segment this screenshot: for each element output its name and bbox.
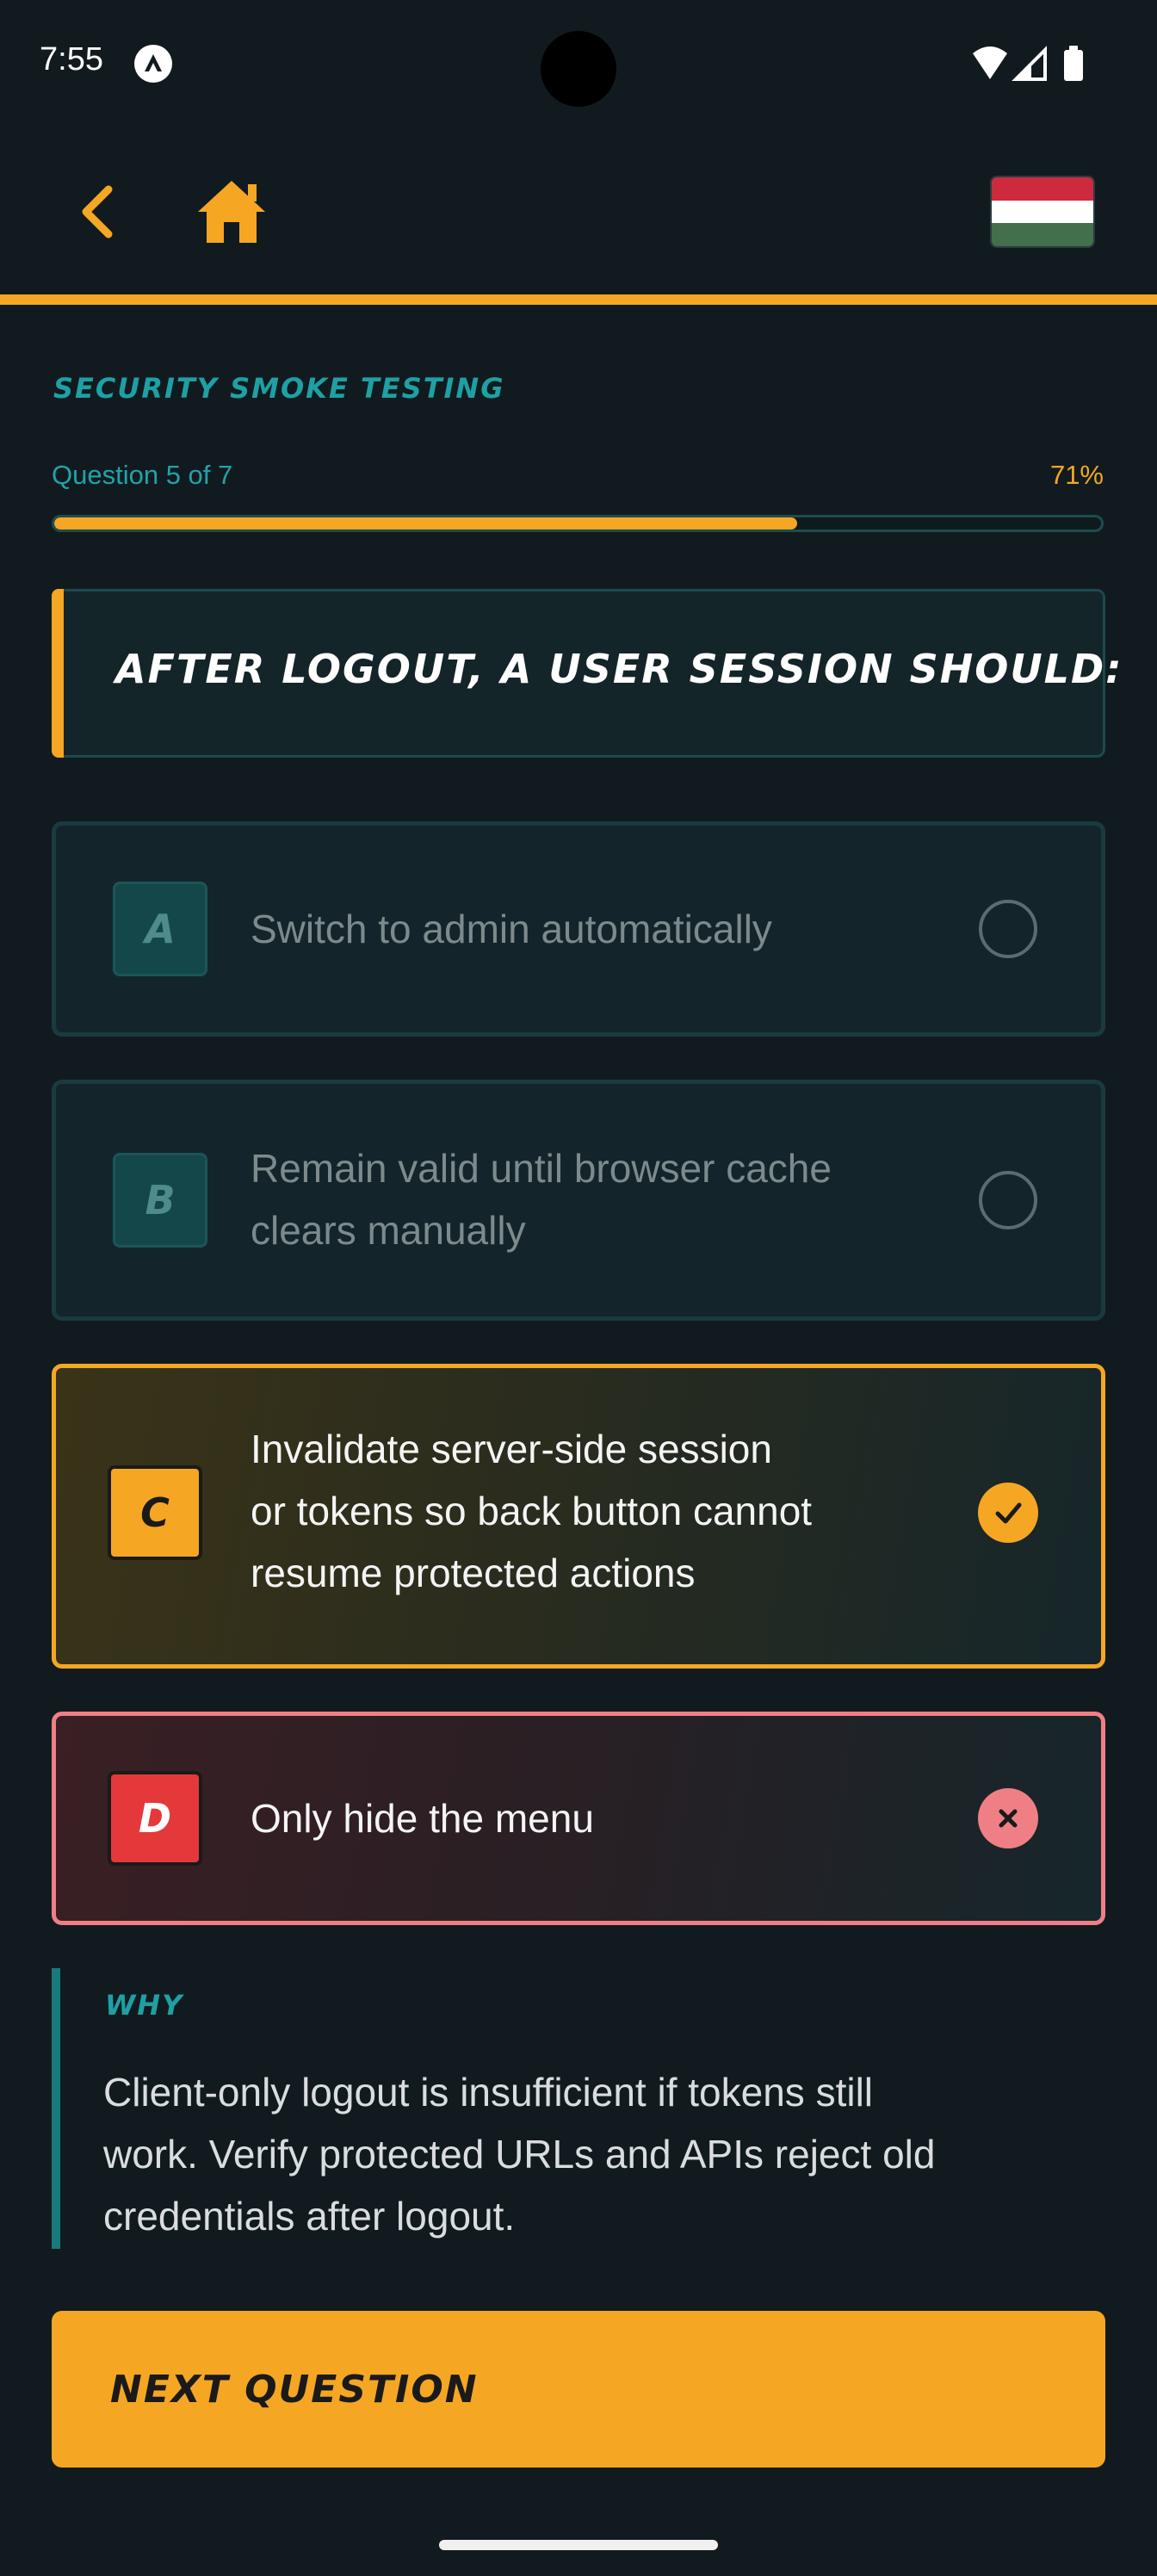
progress-percent: 71% (1049, 460, 1104, 490)
close-x-icon (978, 1788, 1038, 1848)
option-letter: C (108, 1465, 202, 1560)
option-text: Switch to admin automatically (251, 898, 772, 960)
back-button[interactable] (72, 177, 124, 246)
question-text: AFTER LOGOUT, A USER SESSION SHOULD: (115, 646, 1123, 692)
language-flag-button[interactable] (992, 177, 1093, 246)
option-text: Only hide the menu (251, 1787, 594, 1849)
battery-icon (1064, 46, 1083, 81)
why-explanation: Client-only logout is insufficient if to… (103, 2061, 1085, 2247)
check-icon (978, 1483, 1038, 1543)
option-text-line: resume protected actions (251, 1551, 696, 1595)
status-time: 7:55 (40, 41, 103, 77)
progress-bar (52, 515, 1104, 532)
chevron-left-icon (82, 185, 113, 238)
option-letter: A (113, 882, 207, 976)
option-text: Remain valid until browser cache clears … (251, 1137, 832, 1261)
flag-stripe-white (992, 200, 1093, 224)
flag-stripe-green (992, 223, 1093, 246)
radio-unselected-icon (979, 1171, 1037, 1229)
progress-label: Question 5 of 7 (52, 460, 233, 490)
option-d[interactable]: D Only hide the menu (52, 1712, 1105, 1925)
option-text-line: Switch to admin automatically (251, 907, 772, 951)
home-icon (198, 181, 265, 243)
why-text-line: credentials after logout. (103, 2194, 516, 2239)
status-icons (968, 45, 1088, 84)
option-text-line: Remain valid until browser cache (251, 1146, 832, 1191)
why-text-line: work. Verify protected URLs and APIs rej… (103, 2132, 936, 2177)
signal-icon (1012, 46, 1047, 81)
quiz-category: SECURITY SMOKE TESTING (53, 372, 505, 405)
home-button[interactable] (195, 177, 269, 246)
next-question-label: NEXT QUESTION (110, 2368, 479, 2412)
option-text-line: or tokens so back button cannot (251, 1489, 813, 1533)
radio-unselected-icon (979, 900, 1037, 958)
header-divider (0, 294, 1157, 305)
next-question-button[interactable]: NEXT QUESTION (52, 2311, 1105, 2468)
option-text-line: clears manually (251, 1208, 526, 1253)
option-text-line: Invalidate server-side session (251, 1427, 772, 1471)
progress-bar-fill (54, 517, 798, 529)
wifi-icon (973, 46, 1007, 79)
camera-cutout (541, 31, 616, 107)
option-letter: B (113, 1153, 207, 1248)
home-indicator[interactable] (439, 2540, 718, 2550)
why-title: WHY (105, 1989, 184, 2022)
option-text: Invalidate server-side session or tokens… (251, 1418, 812, 1604)
why-accent-bar (52, 1968, 60, 2249)
option-a[interactable]: A Switch to admin automatically (52, 821, 1105, 1037)
option-text-line: Only hide the menu (251, 1796, 594, 1841)
question-accent-bar (52, 589, 64, 758)
flag-stripe-red (992, 177, 1093, 201)
option-letter: D (108, 1771, 202, 1866)
option-b[interactable]: B Remain valid until browser cache clear… (52, 1080, 1105, 1321)
why-text-line: Client-only logout is insufficient if to… (103, 2070, 874, 2115)
option-c[interactable]: C Invalidate server-side session or toke… (52, 1364, 1105, 1669)
app-notification-icon (134, 45, 172, 83)
